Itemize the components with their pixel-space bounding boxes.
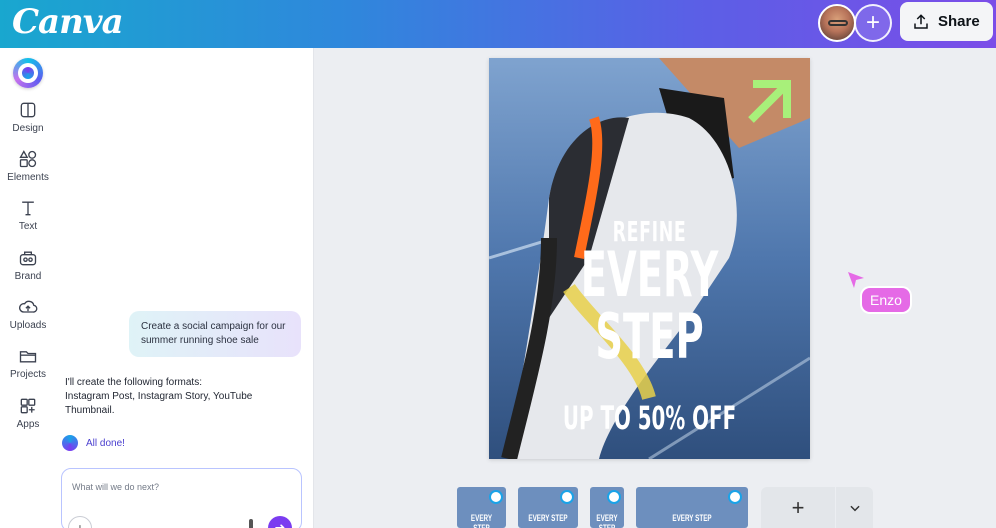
- thumbnail-text: EVERY STEP: [528, 513, 568, 523]
- elements-icon: [19, 150, 37, 168]
- rail-label-brand: Brand: [14, 271, 42, 282]
- thumbnail-text: EVERY STEP: [470, 513, 493, 528]
- design-offer-text: UP TO 50% OFF: [562, 399, 737, 437]
- rail-item-design[interactable]: Design: [0, 100, 56, 134]
- design-icon: [20, 102, 36, 118]
- collaborator-name-tag: Enzo: [862, 288, 910, 312]
- left-rail: Design Elements Text Brand Uploads Proje…: [0, 48, 56, 528]
- assistant-panel: Create a social campaign for our summer …: [56, 48, 314, 528]
- ai-badge-icon: [728, 490, 742, 504]
- assistant-reply: I'll create the following formats: Insta…: [65, 376, 265, 418]
- status-row: All done!: [62, 435, 125, 451]
- collaborator-cursor-icon: [848, 272, 864, 288]
- design-headline-large: EVERY STEP: [580, 238, 719, 373]
- uploads-icon: [19, 300, 38, 313]
- ai-status-icon: [62, 435, 78, 451]
- rail-item-elements[interactable]: Elements: [0, 149, 56, 183]
- assistant-reply-formats: Instagram Post, Instagram Story, YouTube…: [65, 391, 253, 416]
- arrow-up-right-icon: [748, 80, 791, 123]
- rail-label-uploads: Uploads: [9, 320, 47, 331]
- page-thumbnail-2[interactable]: EVERY STEP: [518, 487, 578, 528]
- user-message-bubble: Create a social campaign for our summer …: [129, 311, 301, 357]
- ai-badge-icon: [560, 490, 574, 504]
- apps-icon: [20, 398, 36, 414]
- page-thumbnail-1[interactable]: EVERY STEP: [457, 487, 506, 528]
- share-button[interactable]: Share: [900, 2, 993, 41]
- rail-item-projects[interactable]: Projects: [0, 346, 56, 380]
- top-bar: Canva + Share: [0, 0, 996, 48]
- canva-ai-icon[interactable]: [13, 58, 43, 88]
- ai-badge-icon: [607, 490, 621, 504]
- rail-label-elements: Elements: [7, 172, 49, 183]
- rail-label-text: Text: [18, 221, 38, 232]
- avatar-glasses: [828, 20, 848, 26]
- user-avatar[interactable]: [818, 4, 856, 42]
- rail-item-text[interactable]: Text: [0, 198, 56, 232]
- rail-item-brand[interactable]: Brand: [0, 248, 56, 282]
- share-label: Share: [938, 13, 980, 30]
- rail-label-projects: Projects: [9, 369, 47, 380]
- rail-item-uploads[interactable]: Uploads: [0, 297, 56, 331]
- text-icon: [22, 201, 34, 216]
- rail-label-design: Design: [12, 123, 44, 134]
- thumbnail-text: EVERY STEP: [672, 513, 712, 523]
- canva-logo[interactable]: Canva: [12, 2, 124, 42]
- prompt-input[interactable]: What will we do next?: [61, 468, 302, 528]
- rail-item-apps[interactable]: Apps: [0, 396, 56, 430]
- ai-badge-icon: [489, 490, 503, 504]
- add-collaborator-button[interactable]: +: [854, 4, 892, 42]
- microphone-icon[interactable]: [249, 519, 253, 528]
- brand-icon: [19, 251, 37, 266]
- projects-icon: [19, 351, 37, 363]
- assistant-reply-intro: I'll create the following formats:: [65, 377, 202, 388]
- share-upload-icon: [914, 13, 928, 29]
- rail-label-apps: Apps: [16, 419, 40, 430]
- design-canvas[interactable]: REFINE EVERY STEP UP TO 50% OFF: [489, 58, 810, 459]
- add-page-button[interactable]: +: [761, 487, 835, 528]
- chevron-down-icon: [849, 505, 860, 511]
- page-options-button[interactable]: [836, 487, 873, 528]
- thumbnail-text: EVERY STEP: [596, 513, 618, 528]
- page-thumbnail-4[interactable]: EVERY STEP: [636, 487, 748, 528]
- status-text: All done!: [86, 437, 125, 449]
- page-thumbnail-3[interactable]: EVERY STEP: [590, 487, 624, 528]
